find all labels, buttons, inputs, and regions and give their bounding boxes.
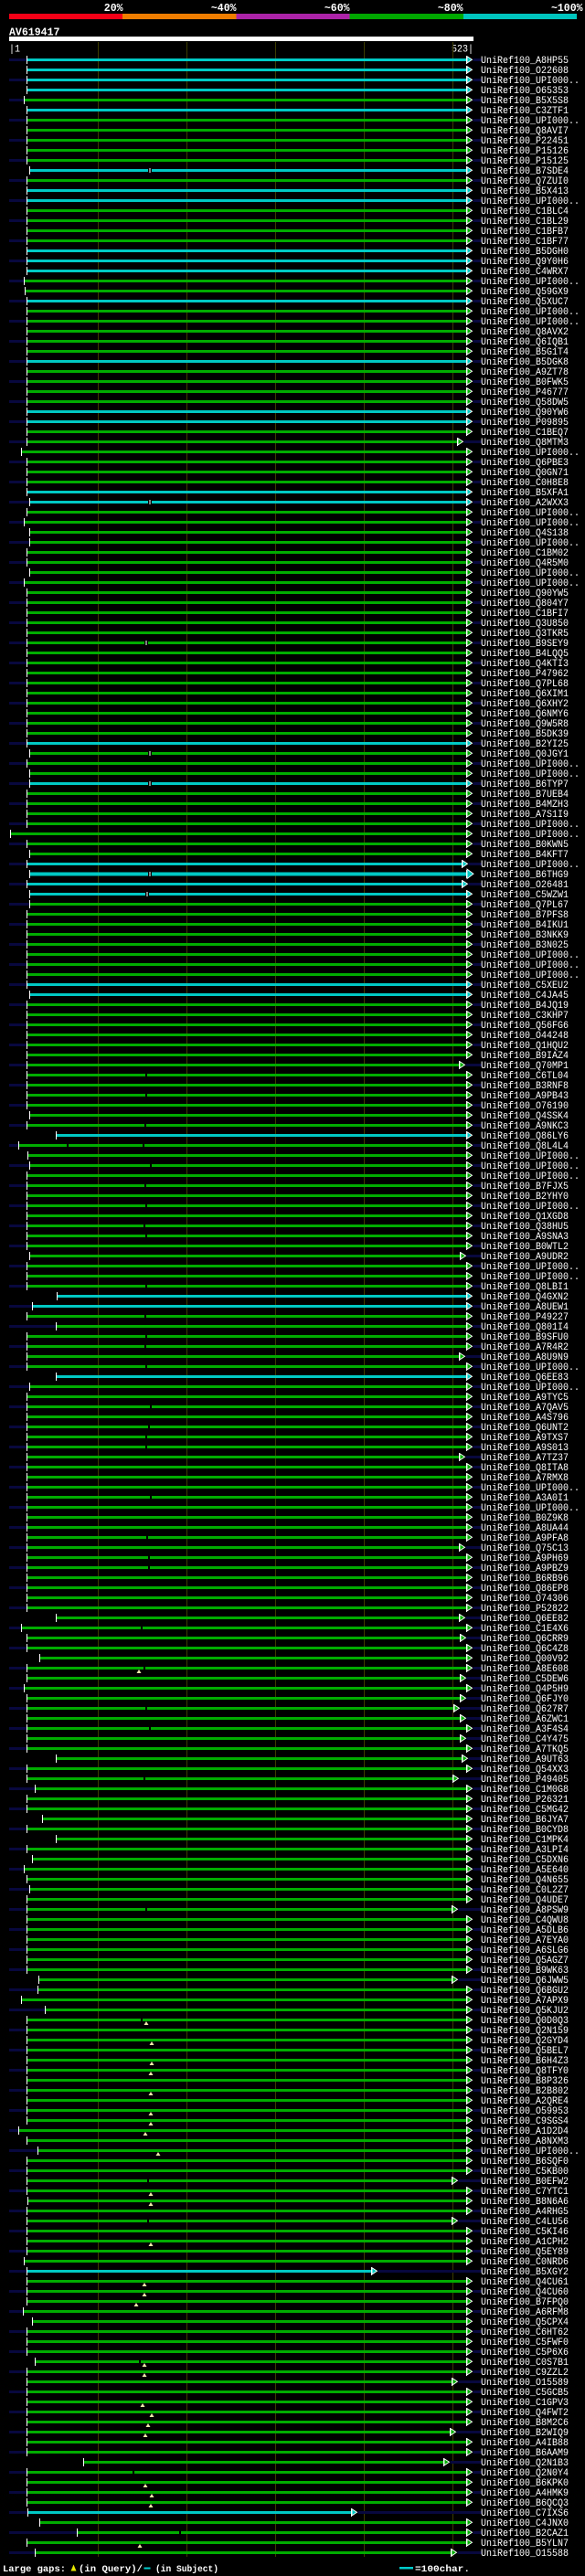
svg-text:523|: 523| — [452, 45, 473, 56]
svg-text:Large gaps:: Large gaps: — [3, 2565, 66, 2575]
svg-text:~100%: ~100% — [551, 3, 583, 15]
svg-text:UniRef100_O15588: UniRef100_O15588 — [481, 2549, 569, 2560]
svg-text:20%: 20% — [104, 3, 123, 15]
svg-text:(in Query)/: (in Query)/ — [79, 2564, 143, 2575]
svg-text:~40%: ~40% — [211, 3, 237, 15]
svg-text:=100char.: =100char. — [415, 2564, 470, 2575]
svg-text:~80%: ~80% — [438, 3, 463, 15]
svg-text:~60%: ~60% — [324, 3, 350, 15]
svg-text:|1: |1 — [9, 45, 20, 56]
svg-text:(in Subject): (in Subject) — [155, 2564, 218, 2575]
